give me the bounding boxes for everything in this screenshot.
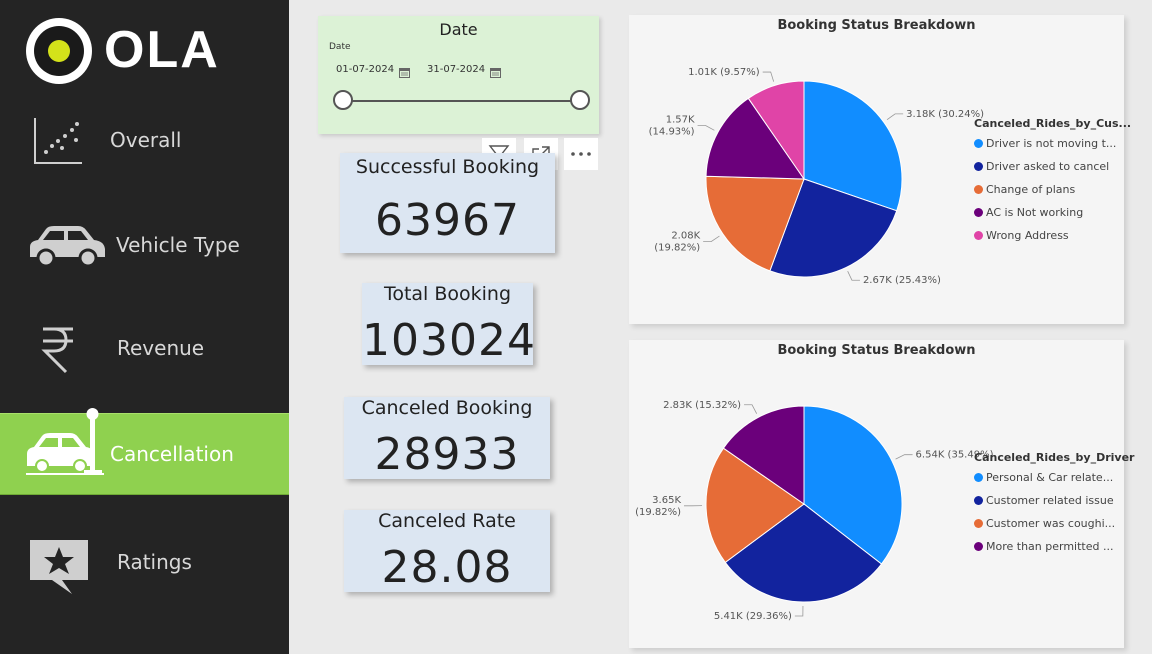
ola-logo: OLA: [24, 16, 234, 86]
nav-label-vehicle-type: Vehicle Type: [116, 233, 240, 257]
label-leader-line: [886, 113, 904, 121]
label-leader-line: [794, 605, 804, 617]
kpi-label: Canceled Booking: [361, 397, 533, 419]
nav-item-ratings[interactable]: Ratings: [0, 522, 289, 602]
legend-marker: [974, 185, 983, 194]
legend-item[interactable]: Change of plans: [974, 183, 1075, 196]
kpi-value: 63967: [375, 195, 520, 246]
label-leader-line: [895, 454, 913, 460]
nav-label-revenue: Revenue: [117, 336, 205, 360]
slider-start-handle[interactable]: [333, 90, 353, 110]
label-leader-line: [697, 125, 715, 131]
nav-item-vehicle-type[interactable]: Vehicle Type: [0, 205, 289, 285]
data-label: 3.65K (19.82%): [635, 495, 681, 518]
legend-label: AC is Not working: [986, 206, 1084, 219]
legend-marker: [974, 473, 983, 482]
kpi-label: Successful Booking: [355, 156, 540, 178]
scatter-chart-icon: [32, 116, 84, 170]
legend-item[interactable]: More than permitted ...: [974, 540, 1113, 553]
more-options-icon: [569, 144, 593, 168]
legend-label: More than permitted ...: [986, 540, 1114, 553]
legend-item[interactable]: Customer related issue: [974, 494, 1114, 507]
legend-label: Wrong Address: [986, 229, 1069, 242]
legend-marker: [974, 208, 983, 217]
date-range-slider-track[interactable]: [342, 100, 581, 102]
label-leader-line: [703, 235, 720, 243]
legend-marker: [974, 542, 983, 551]
label-leader-line: [762, 71, 775, 82]
legend-marker: [974, 162, 983, 171]
label-leader-line: [847, 271, 860, 281]
date-slicer-title: Date: [439, 20, 478, 39]
data-label: 2.83K (15.32%): [663, 400, 741, 411]
legend-item[interactable]: Customer was coughi...: [974, 517, 1115, 530]
nav-item-revenue[interactable]: Revenue: [0, 308, 289, 388]
logo-text: OLA: [104, 21, 220, 79]
legend-item[interactable]: Wrong Address: [974, 229, 1069, 242]
slider-end-handle[interactable]: [570, 90, 590, 110]
kpi-value: 103024: [362, 315, 536, 366]
date-slicer[interactable]: Date Date 01-07-2024 31-07-2024: [318, 16, 599, 134]
legend-item[interactable]: Driver asked to cancel: [974, 160, 1109, 173]
label-leader-line: [744, 404, 758, 414]
sidebar: OLA Overall Vehicle Type Revenue Cancell…: [0, 0, 289, 654]
legend-title: Canceled_Rides_by_Cus...: [974, 117, 1132, 130]
legend-title: Canceled_Rides_by_Driver: [974, 451, 1135, 464]
legend-item[interactable]: Personal & Car relate...: [974, 471, 1113, 484]
nav-label-overall: Overall: [110, 128, 182, 152]
legend-label: Driver is not moving t...: [986, 137, 1117, 150]
legend-item[interactable]: AC is Not working: [974, 206, 1083, 219]
kpi-value: 28933: [374, 429, 520, 480]
start-date-input[interactable]: 01-07-2024: [336, 64, 394, 75]
legend-label: Change of plans: [986, 183, 1076, 196]
legend-item[interactable]: Driver is not moving t...: [974, 137, 1116, 150]
nav-item-cancellation[interactable]: Cancellation: [0, 408, 289, 495]
legend-label: Customer was coughi...: [986, 517, 1116, 530]
kpi-card-canceled-booking: Canceled Booking 28933: [344, 397, 550, 480]
date-field-label: Date: [329, 42, 351, 52]
rupee-icon: [40, 324, 76, 380]
legend-label: Customer related issue: [986, 494, 1114, 507]
kpi-value: 28.08: [381, 542, 513, 593]
kpi-label: Total Booking: [383, 283, 512, 305]
data-label: 1.57K (14.93%): [649, 115, 695, 138]
legend-marker: [974, 231, 983, 240]
legend-label: Driver asked to cancel: [986, 160, 1110, 173]
legend-label: Personal & Car relate...: [986, 471, 1114, 484]
data-label: 5.41K (29.36%): [714, 611, 792, 622]
kpi-card-total-booking: Total Booking 103024: [362, 283, 536, 366]
calendar-icon[interactable]: [490, 63, 501, 78]
end-date-input[interactable]: 31-07-2024: [427, 64, 485, 75]
pie-chart-customer-cancellations[interactable]: Booking Status Breakdown 3.18K (30.24%) 2…: [629, 15, 1131, 324]
star-message-icon: [28, 538, 90, 600]
nav-label-cancellation: Cancellation: [110, 442, 234, 466]
kpi-label: Canceled Rate: [378, 510, 516, 532]
car-icon: [26, 223, 108, 273]
nav-label-ratings: Ratings: [117, 550, 192, 574]
data-label: 2.67K (25.43%): [863, 275, 941, 286]
legend-marker: [974, 139, 983, 148]
car-crash-icon: [24, 408, 104, 484]
data-label: 3.18K (30.24%): [906, 109, 984, 120]
nav-item-overall[interactable]: Overall: [0, 100, 289, 180]
pie-chart-driver-cancellations[interactable]: Booking Status Breakdown 6.54K (35.49%) 5…: [629, 340, 1134, 648]
more-options-button[interactable]: [564, 138, 598, 170]
kpi-card-successful-booking: Successful Booking 63967: [340, 153, 555, 253]
calendar-icon[interactable]: [399, 63, 410, 78]
legend-marker: [974, 519, 983, 528]
data-label: 1.01K (9.57%): [688, 67, 760, 78]
kpi-card-canceled-rate: Canceled Rate 28.08: [344, 510, 550, 593]
data-label: 2.08K (19.82%): [654, 231, 700, 254]
legend-marker: [974, 496, 983, 505]
